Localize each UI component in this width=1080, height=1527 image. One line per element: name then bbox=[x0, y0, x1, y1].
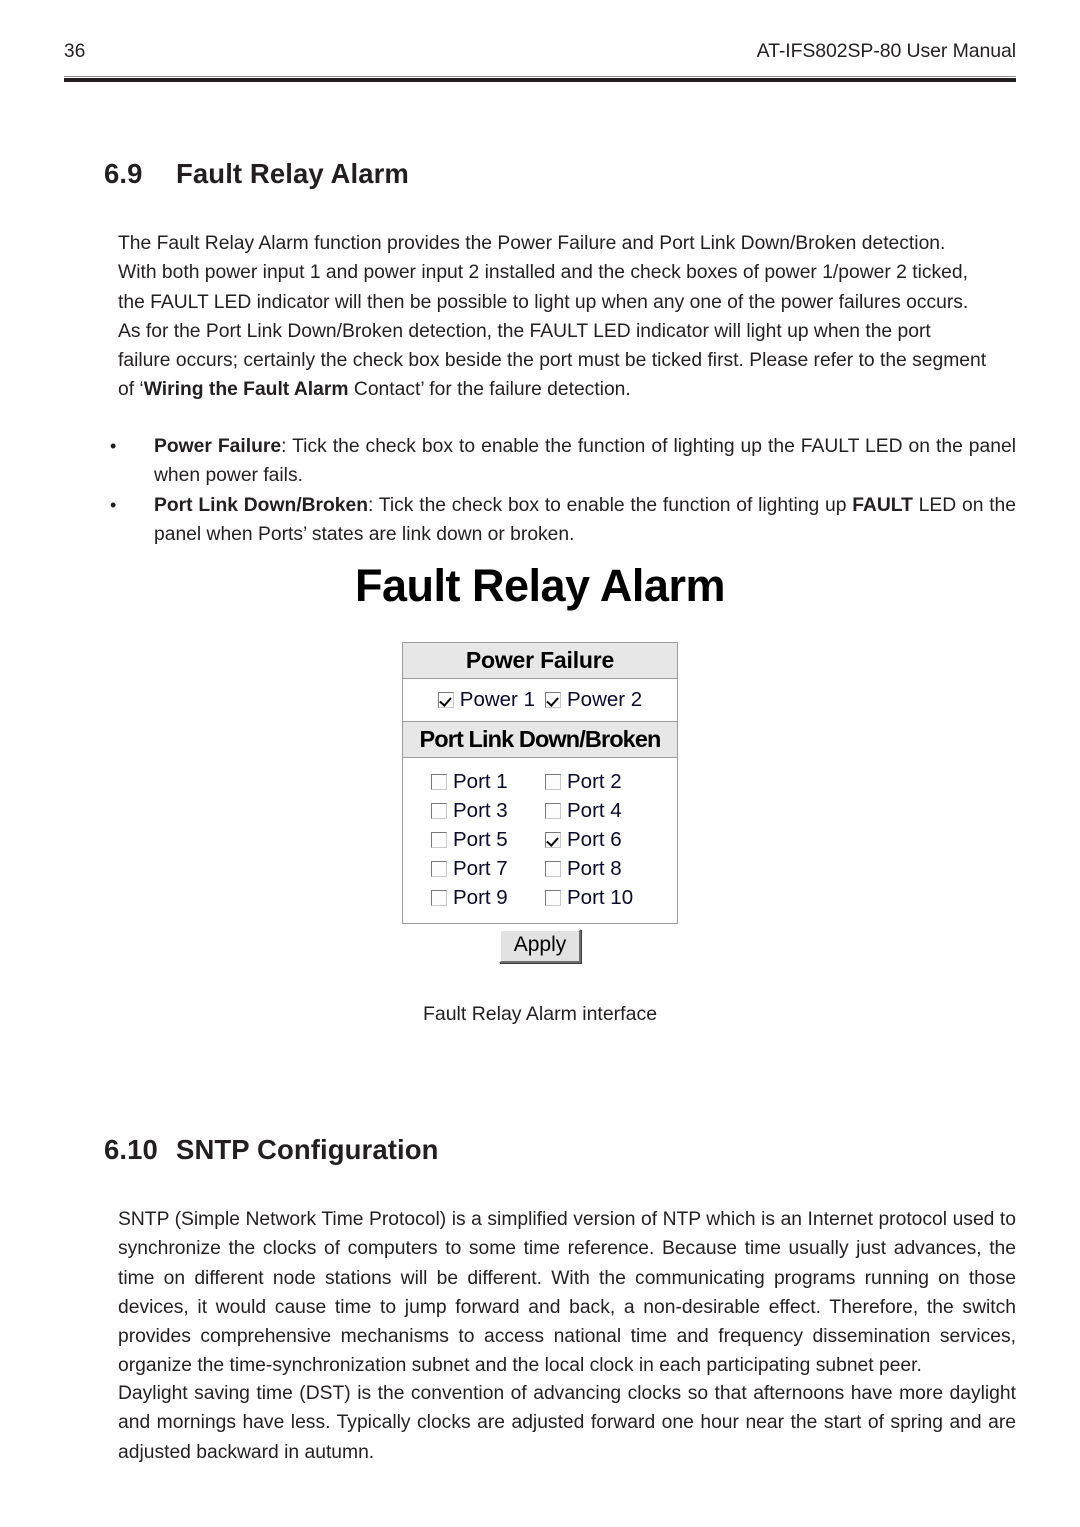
checkbox-port-4-label: Port 4 bbox=[567, 799, 622, 822]
section-number-6-9: 6.9 bbox=[104, 158, 143, 189]
section-heading-6-9: 6.9 Fault Relay Alarm bbox=[104, 158, 409, 190]
checkbox-port-7[interactable]: Port 7 bbox=[431, 854, 535, 883]
checkbox-port-9-box[interactable] bbox=[431, 889, 447, 906]
port-row: Port 3 Port 4 bbox=[403, 796, 677, 825]
checkbox-power-1-label: Power 1 bbox=[459, 688, 535, 711]
page-number: 36 bbox=[64, 41, 86, 62]
checkbox-port-7-box[interactable] bbox=[431, 860, 447, 877]
checkbox-port-5-label: Port 5 bbox=[453, 828, 508, 851]
checkbox-port-4[interactable]: Port 4 bbox=[545, 796, 649, 825]
bullet-port-link-body-1: : Tick the check box to enable the funct… bbox=[368, 494, 853, 516]
header-rule-thin bbox=[64, 76, 1016, 77]
power-failure-row: Power 1 Power 2 bbox=[403, 679, 677, 721]
port-row: Port 9 Port 10 bbox=[403, 883, 677, 912]
section-title-6-10: SNTP Configuration bbox=[176, 1134, 439, 1165]
port-row: Port 1 Port 2 bbox=[403, 767, 677, 796]
paragraph-line: As for the Port Link Down/Broken detecti… bbox=[118, 317, 1016, 346]
bullet-marker-icon: • bbox=[110, 494, 117, 515]
checkbox-port-3-label: Port 3 bbox=[453, 799, 508, 822]
paragraph-line: With both power input 1 and power input … bbox=[118, 258, 1016, 287]
manual-title: AT-IFS802SP-80 User Manual bbox=[756, 40, 1016, 62]
bullet-marker-icon: • bbox=[110, 436, 117, 456]
header-divider-rule bbox=[64, 76, 1016, 82]
document-page: 36 AT-IFS802SP-80 User Manual 6.9 Fault R… bbox=[0, 0, 1080, 1527]
intro-line-3: the FAULT LED indicator will then be pos… bbox=[118, 291, 969, 313]
sntp-paragraph-1-text: SNTP (Simple Network Time Protocol) is a… bbox=[118, 1209, 1016, 1377]
intro-line-1: The Fault Relay Alarm function provides … bbox=[118, 233, 946, 254]
checkbox-port-6[interactable]: Port 6 bbox=[545, 825, 649, 854]
checkbox-port-9-label: Port 9 bbox=[453, 886, 508, 909]
checkbox-port-6-label: Port 6 bbox=[567, 828, 622, 851]
paragraph-line: the FAULT LED indicator will then be pos… bbox=[118, 288, 1016, 317]
checkbox-port-2[interactable]: Port 2 bbox=[545, 767, 649, 796]
checkbox-port-10-label: Port 10 bbox=[567, 886, 634, 909]
port-link-down-broken-header: Port Link Down/Broken bbox=[403, 721, 677, 758]
checkbox-power-2-box[interactable] bbox=[545, 691, 561, 708]
intro-line-5: failure occurs; certainly the check box … bbox=[118, 350, 987, 372]
checkbox-port-8[interactable]: Port 8 bbox=[545, 854, 649, 883]
bullet-power-failure: • Power Failure: Tick the check box to e… bbox=[104, 432, 1016, 491]
bullet-power-failure-body: : Tick the check box to enable the funct… bbox=[154, 436, 1016, 487]
port-row: Port 7 Port 8 bbox=[403, 854, 677, 883]
section-title-6-9: Fault Relay Alarm bbox=[176, 158, 409, 189]
paragraph-line: The Fault Relay Alarm function provides … bbox=[118, 229, 1016, 258]
checkbox-port-5-box[interactable] bbox=[431, 831, 447, 848]
checkbox-port-1[interactable]: Port 1 bbox=[431, 767, 535, 796]
intro-line-4: As for the Port Link Down/Broken detecti… bbox=[118, 320, 931, 342]
checkbox-port-2-label: Port 2 bbox=[567, 770, 622, 793]
intro-line-6-prefix: of ‘ bbox=[118, 379, 144, 401]
apply-button-wrapper: Apply bbox=[498, 929, 582, 963]
checkbox-port-5[interactable]: Port 5 bbox=[431, 825, 535, 854]
fault-relay-figure: Fault Relay Alarm Power Failure Power 1 … bbox=[0, 560, 1080, 1027]
checkbox-port-8-label: Port 8 bbox=[567, 857, 622, 880]
sntp-paragraph-2: Daylight saving time (DST) is the conven… bbox=[118, 1379, 1016, 1467]
checkbox-port-10-box[interactable] bbox=[545, 889, 561, 906]
checkbox-port-1-box[interactable] bbox=[431, 773, 447, 790]
bullet-power-failure-text: Power Failure: Tick the check box to ena… bbox=[154, 432, 1016, 491]
checkbox-power-2[interactable]: Power 2 bbox=[545, 685, 642, 714]
fault-relay-intro-paragraph: The Fault Relay Alarm function provides … bbox=[118, 229, 1016, 405]
paragraph-line: failure occurs; certainly the check box … bbox=[118, 346, 1016, 375]
wiring-fault-alarm-bold: Wiring the Fault Alarm bbox=[143, 379, 349, 401]
intro-line-6-suffix: Contact’ for the failure detection. bbox=[348, 379, 631, 401]
checkbox-power-1[interactable]: Power 1 bbox=[437, 685, 535, 714]
intro-line-2: With both power input 1 and power input … bbox=[118, 262, 968, 284]
figure-caption: Fault Relay Alarm interface bbox=[422, 1003, 658, 1025]
checkbox-port-1-label: Port 1 bbox=[453, 770, 508, 793]
checkbox-port-2-box[interactable] bbox=[545, 773, 561, 790]
fault-relay-bullet-list: • Power Failure: Tick the check box to e… bbox=[104, 432, 1016, 549]
checkbox-port-3-box[interactable] bbox=[431, 802, 447, 819]
sntp-paragraph-2-text: Daylight saving time (DST) is the conven… bbox=[118, 1383, 1016, 1463]
figure-title: Fault Relay Alarm bbox=[355, 560, 725, 611]
fault-relay-alarm-panel: Power Failure Power 1 Power 2 Port Link … bbox=[402, 642, 678, 924]
port-row: Port 5 Port 6 bbox=[403, 825, 677, 854]
power-failure-header: Power Failure bbox=[403, 643, 677, 679]
bullet-port-link-down-text: Port Link Down/Broken: Tick the check bo… bbox=[154, 491, 1016, 550]
bullet-lead-power-failure: Power Failure bbox=[154, 436, 282, 457]
apply-button[interactable]: Apply bbox=[498, 929, 582, 963]
checkbox-port-8-box[interactable] bbox=[545, 860, 561, 877]
paragraph-line: of ‘Wiring the Fault Alarm Contact’ for … bbox=[118, 375, 1016, 404]
checkbox-power-1-box[interactable] bbox=[437, 691, 454, 708]
bullet-port-link-down: • Port Link Down/Broken: Tick the check … bbox=[104, 491, 1016, 550]
bullet-fault-bold: FAULT bbox=[852, 494, 913, 516]
checkbox-port-9[interactable]: Port 9 bbox=[431, 883, 535, 912]
power-checkbox-line: Power 1 Power 2 bbox=[403, 685, 677, 714]
page-running-header: 36 AT-IFS802SP-80 User Manual bbox=[64, 40, 1016, 76]
bullet-lead-port-link: Port Link Down/Broken bbox=[154, 494, 369, 516]
checkbox-port-4-box[interactable] bbox=[545, 802, 561, 819]
section-number-6-10: 6.10 bbox=[104, 1134, 158, 1165]
checkbox-port-3[interactable]: Port 3 bbox=[431, 796, 535, 825]
checkbox-port-7-label: Port 7 bbox=[453, 857, 508, 880]
sntp-paragraph-1: SNTP (Simple Network Time Protocol) is a… bbox=[118, 1205, 1016, 1381]
checkbox-port-10[interactable]: Port 10 bbox=[545, 883, 649, 912]
port-checkbox-grid: Port 1 Port 2 Port 3 Port 4 Port 5 Port … bbox=[403, 758, 677, 923]
header-rule-thick bbox=[64, 78, 1016, 82]
section-heading-6-10: 6.10 SNTP Configuration bbox=[104, 1134, 439, 1166]
checkbox-power-2-label: Power 2 bbox=[567, 688, 643, 711]
checkbox-port-6-box[interactable] bbox=[545, 831, 561, 848]
